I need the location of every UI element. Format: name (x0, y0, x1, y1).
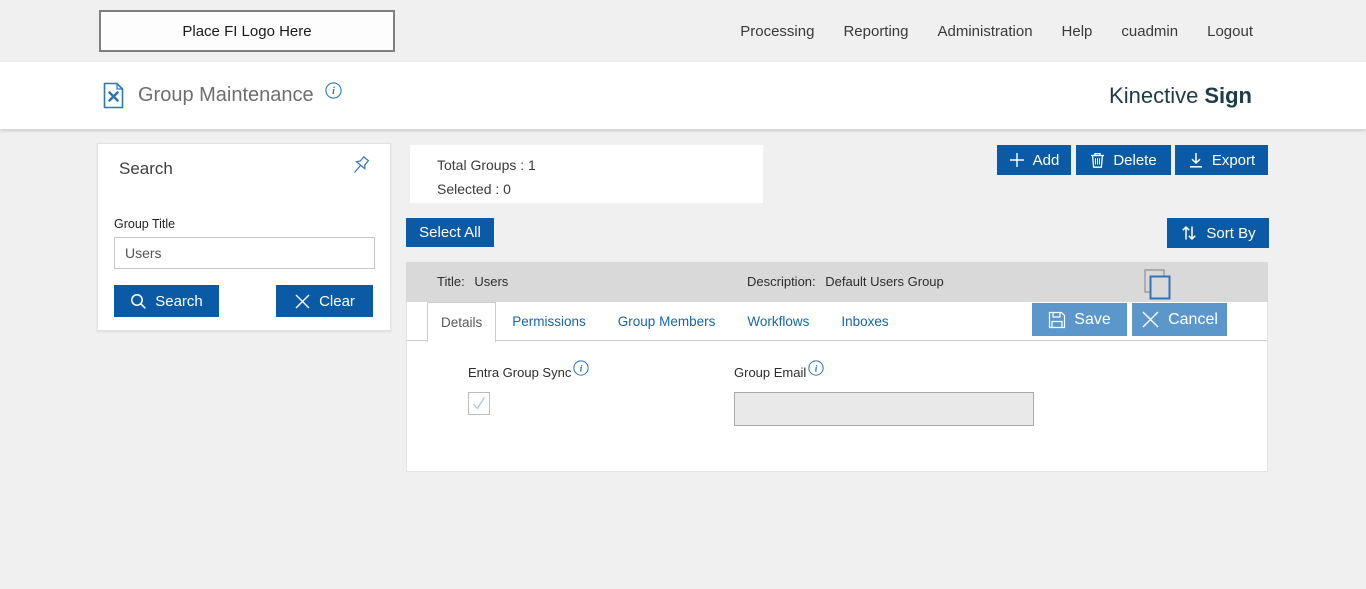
group-title-input[interactable] (114, 237, 375, 269)
export-button-label: Export (1211, 151, 1256, 169)
tab-inboxes[interactable]: Inboxes (825, 302, 904, 340)
save-button-label: Save (1074, 310, 1111, 328)
tab-permissions[interactable]: Permissions (496, 302, 602, 340)
add-button[interactable]: Add (997, 145, 1071, 175)
nav-logout[interactable]: Logout (1207, 23, 1253, 40)
cancel-button[interactable]: Cancel (1132, 303, 1227, 336)
export-button[interactable]: Export (1175, 145, 1268, 175)
clear-button-label: Clear (319, 292, 355, 310)
group-title-field-label: Title: (437, 274, 465, 289)
entra-group-sync-label-group: Entra Group Sync i (468, 360, 589, 380)
save-button[interactable]: Save (1032, 303, 1127, 336)
group-row-title: Title: Users (437, 274, 508, 289)
svg-text:i: i (580, 364, 583, 374)
group-email-input (734, 392, 1034, 426)
fi-logo-placeholder: Place FI Logo Here (99, 10, 395, 52)
group-title-label: Group Title (114, 217, 176, 231)
sort-by-button[interactable]: Sort By (1167, 218, 1269, 248)
svg-text:i: i (332, 86, 335, 97)
top-nav: Processing Reporting Administration Help… (740, 0, 1366, 62)
svg-text:i: i (815, 364, 818, 374)
selected-value: 0 (503, 181, 511, 197)
save-floppy-icon (1048, 311, 1066, 329)
page-title-info-icon[interactable]: i (325, 82, 342, 99)
total-groups-line: Total Groups : 1 (437, 153, 763, 177)
group-maintenance-page: Place FI Logo Here Processing Reporting … (0, 0, 1366, 589)
sort-by-label: Sort By (1206, 224, 1256, 242)
search-panel-title: Search (119, 159, 173, 178)
clear-button[interactable]: Clear (276, 285, 373, 317)
entra-group-sync-label: Entra Group Sync (468, 365, 572, 380)
tab-details[interactable]: Details (427, 302, 497, 342)
cancel-button-label: Cancel (1168, 310, 1218, 328)
page-title: Group Maintenance (138, 84, 314, 106)
document-tools-icon (100, 82, 127, 109)
plus-icon (1009, 152, 1025, 168)
search-button-label: Search (155, 292, 203, 310)
search-icon (130, 293, 147, 310)
nav-help[interactable]: Help (1062, 23, 1093, 40)
entra-group-sync-checkbox (468, 392, 490, 415)
select-all-button[interactable]: Select All (406, 218, 494, 247)
nav-administration[interactable]: Administration (938, 23, 1033, 40)
sort-arrows-icon (1180, 224, 1198, 242)
brand-name: Kinective (1109, 82, 1199, 108)
total-groups-label: Total Groups : (437, 157, 525, 173)
group-detail-panel: Details Permissions Group Members Workfl… (406, 302, 1268, 472)
brand-name-bold: Sign (1204, 82, 1252, 108)
group-title-field-value: Users (474, 274, 509, 289)
header-title-group: Group Maintenance i (100, 62, 342, 129)
download-icon (1188, 152, 1204, 168)
add-button-label: Add (1032, 151, 1060, 169)
delete-button-label: Delete (1113, 151, 1157, 169)
trash-icon (1090, 152, 1105, 168)
nav-reporting[interactable]: Reporting (843, 23, 908, 40)
entra-group-sync-info-icon[interactable]: i (573, 360, 589, 376)
pin-icon[interactable] (348, 154, 372, 178)
select-all-label: Select All (419, 224, 481, 241)
tab-workflows[interactable]: Workflows (731, 302, 825, 340)
group-row-description: Description: Default Users Group (747, 274, 944, 289)
group-email-info-icon[interactable]: i (808, 360, 824, 376)
selected-label: Selected : (437, 181, 500, 197)
nav-username[interactable]: cuadmin (1121, 23, 1178, 40)
total-groups-value: 1 (528, 157, 536, 173)
brand-logo: Kinective Sign (1109, 62, 1252, 129)
copy-icon[interactable] (1144, 269, 1171, 300)
tab-group-members[interactable]: Group Members (602, 302, 732, 340)
group-description-value: Default Users Group (825, 274, 944, 289)
nav-processing[interactable]: Processing (740, 23, 814, 40)
group-row[interactable]: Title: Users Description: Default Users … (406, 262, 1268, 302)
check-icon (471, 395, 487, 412)
group-description-label: Description: (747, 274, 816, 289)
delete-button[interactable]: Delete (1076, 145, 1171, 175)
header-band: Group Maintenance i Kinective Sign (0, 62, 1366, 129)
group-email-label-group: Group Email i (734, 360, 824, 380)
fi-logo-placeholder-text: Place FI Logo Here (182, 22, 312, 40)
top-bar: Place FI Logo Here Processing Reporting … (0, 0, 1366, 62)
selected-line: Selected : 0 (437, 177, 763, 201)
group-email-label: Group Email (734, 365, 807, 380)
search-panel: Search Group Title Search (97, 143, 391, 331)
search-button[interactable]: Search (114, 285, 219, 317)
summary-box: Total Groups : 1 Selected : 0 (410, 145, 763, 203)
x-icon (1141, 310, 1160, 329)
x-icon (294, 293, 311, 310)
